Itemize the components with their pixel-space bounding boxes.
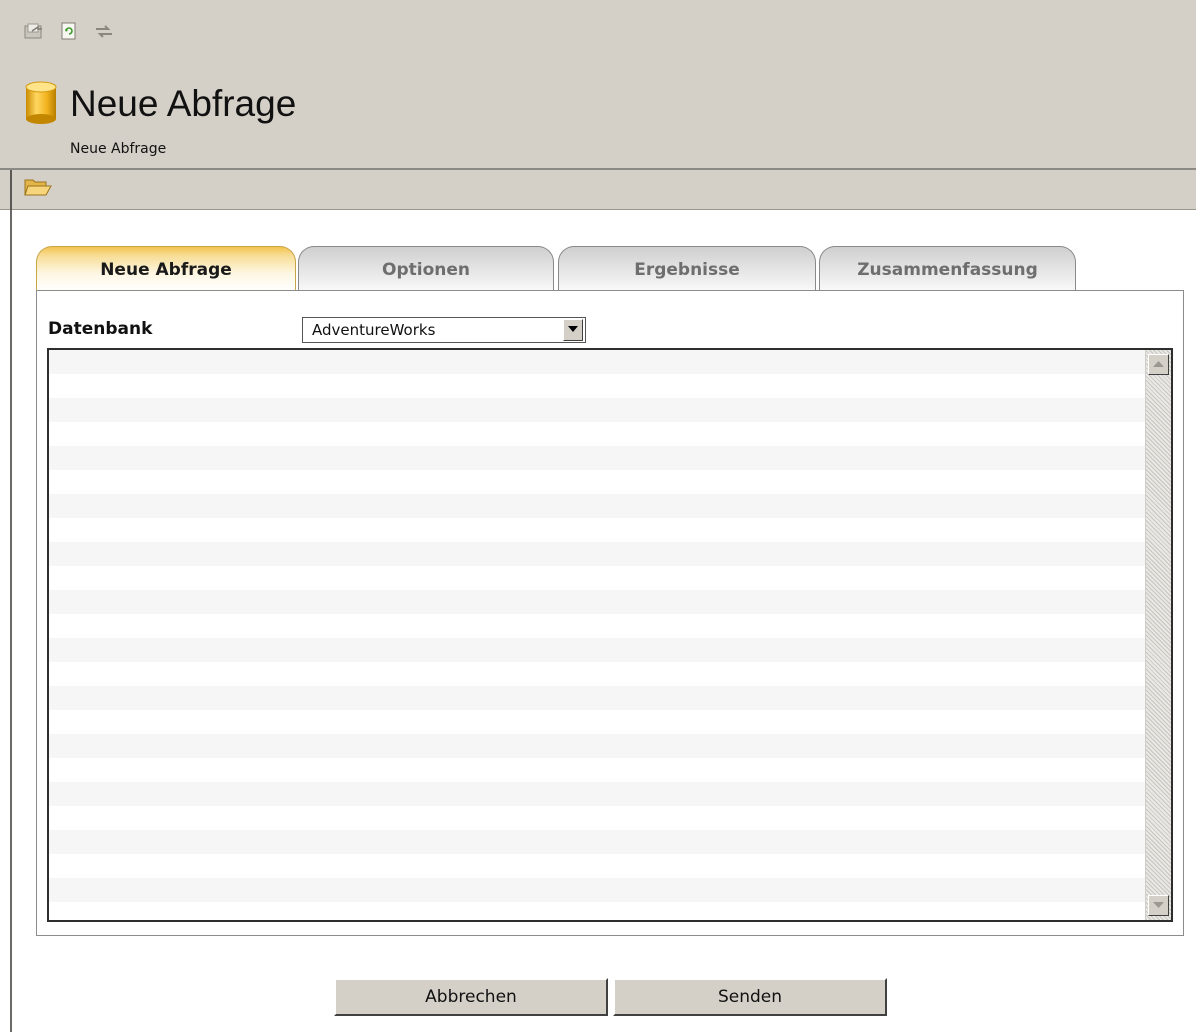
- header-bar: Neue Abfrage Neue Abfrage: [0, 0, 1196, 168]
- database-select[interactable]: AdventureWorks: [302, 317, 586, 343]
- vertical-scrollbar[interactable]: [1145, 350, 1171, 920]
- cancel-button[interactable]: Abbrechen: [334, 978, 608, 1016]
- submit-button[interactable]: Senden: [613, 978, 887, 1016]
- sync-icon[interactable]: [94, 22, 112, 40]
- chevron-down-icon[interactable]: [563, 319, 583, 341]
- toolbar-divider: [10, 170, 12, 210]
- refresh-icon[interactable]: [60, 22, 78, 40]
- tab-zusammenfassung[interactable]: Zusammenfassung: [819, 246, 1076, 290]
- tab-ergebnisse[interactable]: Ergebnisse: [558, 246, 816, 290]
- open-folder-icon[interactable]: [24, 176, 52, 200]
- query-list[interactable]: [47, 348, 1173, 922]
- page-title: Neue Abfrage: [70, 83, 297, 124]
- tab-neue-abfrage[interactable]: Neue Abfrage: [36, 246, 296, 290]
- export-icon[interactable]: [24, 22, 42, 40]
- page-subtitle: Neue Abfrage: [70, 141, 167, 157]
- database-select-value: AdventureWorks: [312, 321, 436, 339]
- database-icon: [24, 81, 58, 125]
- tab-optionen[interactable]: Optionen: [298, 246, 554, 290]
- scroll-down-icon[interactable]: [1148, 895, 1169, 916]
- database-label: Datenbank: [48, 319, 153, 339]
- scroll-up-icon[interactable]: [1148, 354, 1169, 375]
- toolbar: [0, 168, 1196, 210]
